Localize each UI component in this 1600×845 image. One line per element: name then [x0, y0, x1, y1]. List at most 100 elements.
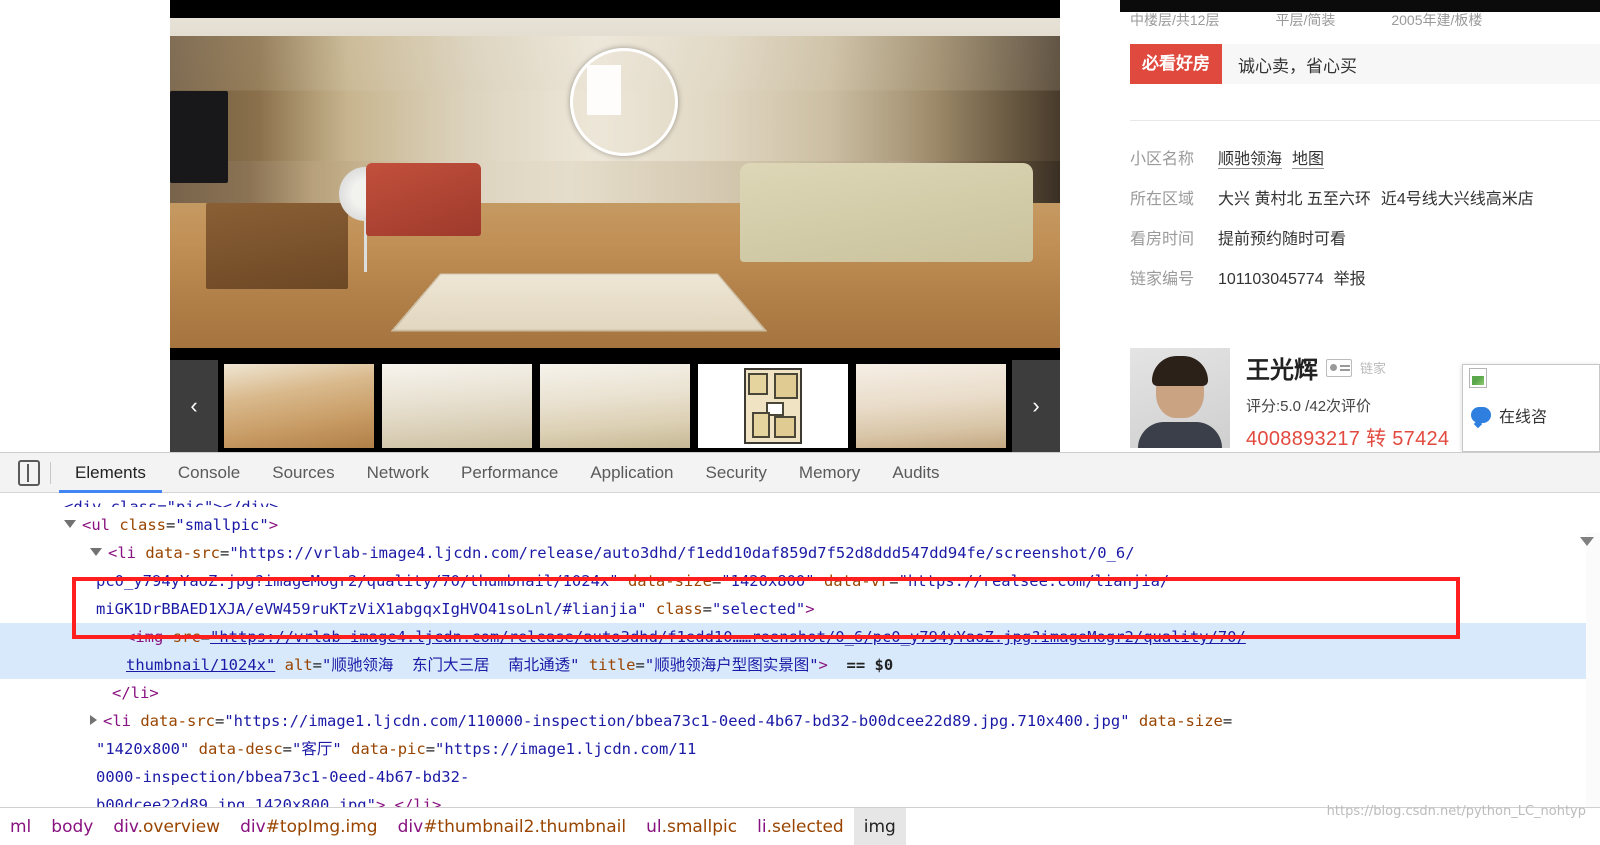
dom-line-li-selected-wrap1: pc0_y794yYaoZ.jpg?imageMogr2/quality/70/… — [96, 572, 1170, 590]
breadcrumb-tag: img — [863, 816, 896, 837]
floor-info-row: 中楼层/共12层 平层/简装 2005年建/板楼 — [1130, 10, 1600, 28]
breadcrumb-tag: div — [240, 816, 266, 837]
breadcrumb-item-li-selected[interactable]: li.selected — [747, 808, 854, 845]
broken-image-icon — [1469, 368, 1487, 388]
floorplan-room-b — [774, 373, 798, 399]
detail-label-region: 所在区域 — [1130, 191, 1195, 208]
breadcrumb-item-html[interactable]: ml — [0, 808, 41, 845]
page-left-gutter — [0, 0, 170, 452]
thumb-bedroom-1[interactable] — [382, 364, 532, 448]
gallery-hero[interactable]: ‹ › — [170, 0, 1060, 452]
thumbnail-strip[interactable]: ‹ › — [170, 360, 1060, 452]
breadcrumb-item-div-thumbnail2[interactable]: div#thumbnail2.thumbnail — [388, 808, 636, 845]
dom-line-li-selected[interactable]: <li data-src="https://vrlab-image4.ljcdn… — [0, 539, 1600, 567]
breadcrumb-tag: li — [757, 816, 767, 837]
gallery-prev-button[interactable]: ‹ — [170, 360, 218, 452]
devtools-toolbar: Elements Console Sources Network Perform… — [0, 453, 1600, 493]
li-next-attr-data-size-value: "1420x800" — [96, 740, 190, 758]
detail-label-listing-id: 链家编号 — [1130, 271, 1195, 288]
devtools-panel: Elements Console Sources Network Perform… — [0, 452, 1600, 845]
li-next-tag: <li — [103, 712, 131, 730]
tab-security[interactable]: Security — [689, 453, 782, 493]
report-link[interactable]: 举报 — [1334, 271, 1366, 288]
map-link[interactable]: 地图 — [1292, 151, 1325, 169]
ul-attr-class: class — [119, 516, 167, 534]
dom-line-li-next[interactable]: <li data-src="https://image1.ljcdn.com/1… — [0, 707, 1600, 735]
breadcrumb-item-ul-smallpic[interactable]: ul.smallpic — [636, 808, 747, 845]
img-tag: <img — [126, 628, 164, 646]
floor-info-0: 中楼层/共12层 — [1130, 12, 1220, 28]
region-transit[interactable]: 近4号线大兴线高米店 — [1381, 191, 1534, 208]
img-attr-src: src — [172, 628, 201, 646]
li-next-attr-data-desc-value: "客厅" — [292, 740, 342, 758]
vr-hotspot-inner — [587, 65, 621, 115]
li-tag: <li — [108, 544, 136, 562]
tab-audits[interactable]: Audits — [876, 453, 955, 493]
li-attr-class-value: "selected" — [711, 600, 806, 618]
breadcrumb-tag: body — [51, 816, 94, 837]
community-link[interactable]: 顺驰领海 — [1218, 151, 1283, 169]
breadcrumb-item-body[interactable]: body — [41, 808, 103, 845]
detail-row-region: 所在区域 大兴 黄村北 五至六环 近4号线大兴线高米店 — [1130, 185, 1600, 209]
gallery-next-button[interactable]: › — [1012, 360, 1060, 452]
detail-row-listing-id: 链家编号 101103045774 举报 — [1130, 265, 1600, 289]
dom-line-li-close: </li> — [0, 679, 1600, 707]
tab-console[interactable]: Console — [162, 453, 256, 493]
floor-info-2: 2005年建/板楼 — [1391, 12, 1483, 28]
promo-banner[interactable]: 必看好房 诚心卖，省心买 — [1130, 44, 1600, 84]
selected-node-block[interactable]: <img src="https://vrlab-image4.ljcdn.com… — [0, 623, 1600, 679]
thumb-dining-room[interactable] — [856, 364, 1006, 448]
breadcrumb-class: #topImg.img — [265, 816, 378, 837]
tab-sources[interactable]: Sources — [256, 453, 350, 493]
region-value[interactable]: 大兴 黄村北 五至六环 — [1218, 191, 1371, 208]
agent-avatar[interactable] — [1130, 348, 1230, 448]
rug-object — [390, 273, 769, 333]
breadcrumb: ml body div.overview div#topImg.img div#… — [0, 807, 1600, 845]
expand-triangle-icon[interactable] — [64, 520, 76, 528]
floorplan-room-c — [752, 412, 770, 438]
img-attr-title-value: "顺驰领海户型图实景图" — [644, 656, 819, 674]
listing-id-value: 101103045774 — [1218, 271, 1324, 288]
tab-elements[interactable]: Elements — [59, 453, 162, 493]
detail-label-viewing-time: 看房时间 — [1130, 231, 1195, 248]
tab-network[interactable]: Network — [351, 453, 445, 493]
img-attr-alt: alt — [284, 656, 313, 674]
breadcrumb-item-div-topimg[interactable]: div#topImg.img — [230, 808, 388, 845]
page-right-gutter — [1060, 0, 1120, 452]
tv-object — [170, 90, 228, 183]
ul-tag: <ul — [82, 516, 110, 534]
vr-hotspot-ring-icon[interactable] — [570, 48, 678, 156]
dom-line-li-selected-wrap2: miGK1DrBBAED1XJA/eVW459ruKTzViX1abgqxIgH… — [96, 600, 815, 618]
chat-popup-label: 在线咨 — [1499, 409, 1548, 426]
hero-photo[interactable] — [170, 18, 1060, 348]
chat-popup-body[interactable]: 在线咨 — [1463, 391, 1599, 439]
dom-line-ul-smallpic[interactable]: <ul class="smallpic"> — [0, 511, 1600, 539]
toolbar-divider — [50, 461, 51, 484]
tab-application[interactable]: Application — [574, 453, 689, 493]
selected-node-marker: == $0 — [846, 656, 894, 674]
tab-memory[interactable]: Memory — [783, 453, 876, 493]
dom-line-img[interactable]: <img src="https://vrlab-image4.ljcdn.com… — [0, 623, 1600, 651]
thumb-bedroom-2[interactable] — [540, 364, 690, 448]
device-toolbar-icon[interactable] — [18, 459, 40, 486]
online-chat-popup[interactable]: 在线咨 — [1462, 364, 1600, 452]
agent-name: 王光辉 — [1246, 357, 1318, 384]
dom-tree-panel[interactable]: <div class="pic"></div> <ul class="small… — [0, 493, 1600, 823]
tab-performance[interactable]: Performance — [445, 453, 574, 493]
thumb-living-room[interactable] — [224, 364, 374, 448]
scroll-down-arrow-icon[interactable] — [1580, 537, 1594, 546]
collapse-triangle-icon[interactable] — [90, 715, 97, 725]
breadcrumb-item-div-overview[interactable]: div.overview — [103, 808, 230, 845]
breadcrumb-item-img[interactable]: img — [853, 808, 906, 845]
id-card-icon[interactable] — [1326, 358, 1352, 377]
detail-row-viewing-time: 看房时间 提前预约随时可看 — [1130, 225, 1600, 249]
breadcrumb-class: .smallpic — [661, 816, 738, 837]
dom-panel-scrollbar[interactable] — [1580, 533, 1600, 823]
img-attr-src-value[interactable]: "https://vrlab-image4.ljcdn.com/release/… — [210, 628, 1246, 646]
dom-clipped-line: <div class="pic"></div> — [64, 498, 279, 507]
expand-triangle-icon[interactable] — [90, 548, 102, 556]
thumb-floorplan[interactable] — [698, 364, 848, 448]
li-attr-data-size: data-size — [627, 572, 712, 590]
browser-page-region: ‹ › 中楼层/共12层 平层/简装 2005年建/板楼 必看好房 诚心卖，省心… — [0, 0, 1600, 452]
breadcrumb-class: .selected — [766, 816, 844, 837]
